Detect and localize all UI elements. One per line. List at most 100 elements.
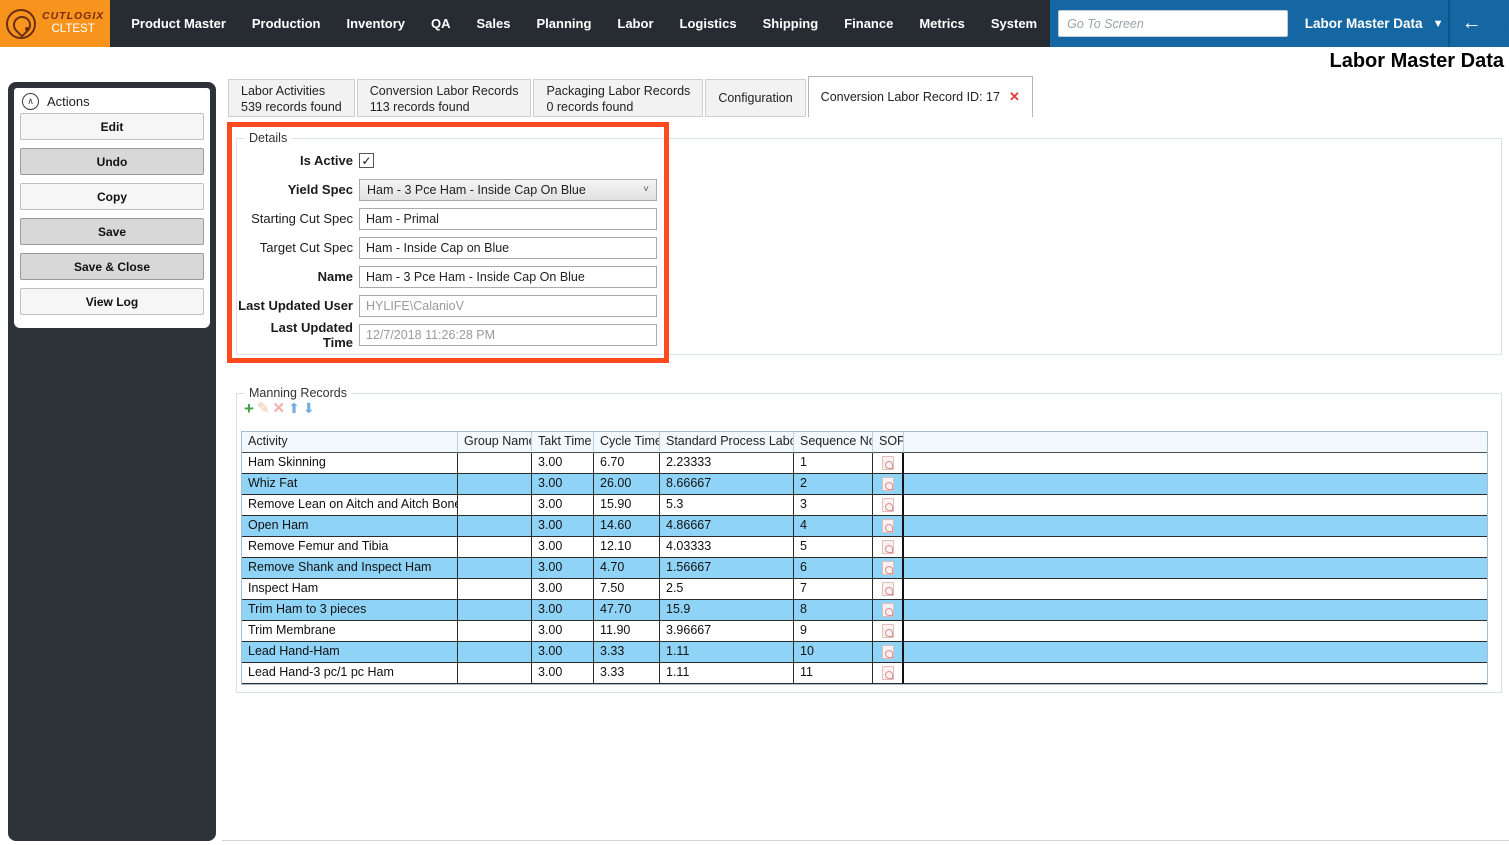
- column-header-group-name[interactable]: Group Name: [458, 432, 532, 453]
- target-cut-spec-input[interactable]: [359, 237, 657, 259]
- menu-item-qa[interactable]: QA: [418, 16, 464, 31]
- sop-pdf-icon[interactable]: [882, 645, 894, 659]
- name-label: Name: [237, 269, 353, 284]
- table-row[interactable]: Ham Skinning3.006.702.233331: [242, 453, 1487, 474]
- cell-sop: [873, 621, 904, 642]
- menu-item-planning[interactable]: Planning: [524, 16, 605, 31]
- sop-pdf-icon[interactable]: [882, 582, 894, 596]
- starting-cut-spec-label: Starting Cut Spec: [237, 211, 353, 226]
- is-active-checkbox[interactable]: ✓: [359, 153, 374, 168]
- tab-label: Conversion Labor Records: [370, 83, 519, 99]
- cell-cycle-time: 14.60: [594, 516, 660, 537]
- manning-table-body: Ham Skinning3.006.702.233331Whiz Fat3.00…: [242, 453, 1487, 684]
- table-row[interactable]: Lead Hand-3 pc/1 pc Ham3.003.331.1111: [242, 663, 1487, 684]
- tab-conversion-labor-records[interactable]: Conversion Labor Records 113 records fou…: [357, 79, 532, 117]
- cell-filler: [904, 495, 1487, 516]
- cell-activity: Lead Hand-Ham: [242, 642, 458, 663]
- menu-item-product-master[interactable]: Product Master: [118, 16, 239, 31]
- tab-labor-activities[interactable]: Labor Activities 539 records found: [228, 79, 355, 117]
- menu-item-labor[interactable]: Labor: [604, 16, 666, 31]
- table-row[interactable]: Remove Lean on Aitch and Aitch Bone3.001…: [242, 495, 1487, 516]
- name-input[interactable]: [359, 266, 657, 288]
- cell-sop: [873, 558, 904, 579]
- save-close-button[interactable]: Save & Close: [20, 253, 204, 280]
- table-row[interactable]: Open Ham3.0014.604.866674: [242, 516, 1487, 537]
- yield-spec-combobox[interactable]: Ham - 3 Pce Ham - Inside Cap On Blue ˅: [359, 179, 657, 201]
- cell-standard-process-labor: 2.5: [660, 579, 794, 600]
- column-header-sop[interactable]: SOP: [873, 432, 904, 453]
- cell-group-name: [458, 495, 532, 516]
- edit-button[interactable]: Edit: [20, 113, 204, 140]
- go-to-screen-input[interactable]: [1058, 10, 1288, 37]
- sop-pdf-icon[interactable]: [882, 456, 894, 470]
- table-row[interactable]: Trim Ham to 3 pieces3.0047.7015.98: [242, 600, 1487, 621]
- sop-pdf-icon[interactable]: [882, 561, 894, 575]
- sop-pdf-icon[interactable]: [882, 498, 894, 512]
- menu-item-finance[interactable]: Finance: [831, 16, 906, 31]
- cell-takt-time: 3.00: [532, 495, 594, 516]
- move-down-icon[interactable]: ⬇: [303, 401, 315, 416]
- cell-sop: [873, 516, 904, 537]
- column-header-sequence-no[interactable]: Sequence No: [794, 432, 873, 453]
- column-header-activity[interactable]: Activity: [242, 432, 458, 453]
- last-updated-time-row: Last Updated Time: [237, 324, 1501, 345]
- sop-pdf-icon[interactable]: [882, 477, 894, 491]
- menu-item-shipping[interactable]: Shipping: [750, 16, 832, 31]
- sop-pdf-icon[interactable]: [882, 624, 894, 638]
- column-header-takt-time[interactable]: Takt Time: [532, 432, 594, 453]
- manning-records-group-label: Manning Records: [245, 386, 351, 400]
- table-row[interactable]: Lead Hand-Ham3.003.331.1110: [242, 642, 1487, 663]
- menu-item-sales[interactable]: Sales: [464, 16, 524, 31]
- screen-selector-dropdown[interactable]: Labor Master Data ▼: [1300, 0, 1448, 47]
- cell-group-name: [458, 558, 532, 579]
- yield-spec-value: Ham - 3 Pce Ham - Inside Cap On Blue: [367, 183, 643, 197]
- tab-packaging-labor-records[interactable]: Packaging Labor Records 0 records found: [533, 79, 703, 117]
- undo-button[interactable]: Undo: [20, 148, 204, 175]
- copy-button[interactable]: Copy: [20, 183, 204, 210]
- cell-group-name: [458, 474, 532, 495]
- column-header-standard-process-labor[interactable]: Standard Process Labor: [660, 432, 794, 453]
- column-header-filler: [904, 432, 1487, 453]
- screen-selector-label: Labor Master Data: [1305, 16, 1423, 31]
- tab-configuration[interactable]: Configuration: [705, 79, 805, 117]
- app-logo[interactable]: CUTLOGIX CLTEST: [0, 0, 110, 47]
- collapse-chevron-icon[interactable]: ∧: [22, 93, 39, 110]
- cell-activity: Whiz Fat: [242, 474, 458, 495]
- column-header-cycle-time[interactable]: Cycle Time: [594, 432, 660, 453]
- move-up-icon[interactable]: ⬆: [288, 401, 300, 416]
- cell-cycle-time: 26.00: [594, 474, 660, 495]
- table-row[interactable]: Remove Shank and Inspect Ham3.004.701.56…: [242, 558, 1487, 579]
- back-icon[interactable]: ←: [1450, 0, 1493, 47]
- tab-conversion-labor-record-17[interactable]: Conversion Labor Record ID: 17 ✕: [808, 76, 1033, 117]
- details-groupbox: Details Is Active ✓ Yield Spec Ham - 3 P…: [236, 138, 1502, 355]
- delete-row-icon[interactable]: ✕: [273, 401, 286, 416]
- cell-group-name: [458, 453, 532, 474]
- sop-pdf-icon[interactable]: [882, 603, 894, 617]
- edit-row-icon[interactable]: ✎: [257, 401, 270, 416]
- cell-sequence-no: 11: [794, 663, 873, 684]
- add-row-icon[interactable]: +: [244, 401, 254, 416]
- table-row[interactable]: Remove Femur and Tibia3.0012.104.033335: [242, 537, 1487, 558]
- cell-cycle-time: 12.10: [594, 537, 660, 558]
- table-row[interactable]: Whiz Fat3.0026.008.666672: [242, 474, 1487, 495]
- sop-pdf-icon[interactable]: [882, 519, 894, 533]
- starting-cut-spec-input[interactable]: [359, 208, 657, 230]
- tab-close-icon[interactable]: ✕: [1009, 89, 1020, 105]
- menu-item-production[interactable]: Production: [239, 16, 334, 31]
- table-row[interactable]: Inspect Ham3.007.502.57: [242, 579, 1487, 600]
- sop-pdf-icon[interactable]: [882, 666, 894, 680]
- target-cut-spec-row: Target Cut Spec: [237, 237, 1501, 258]
- checkmark-icon: ✓: [361, 155, 371, 167]
- view-log-button[interactable]: View Log: [20, 288, 204, 315]
- forward-icon[interactable]: →: [1493, 0, 1509, 47]
- save-button[interactable]: Save: [20, 218, 204, 245]
- menu-item-inventory[interactable]: Inventory: [334, 16, 419, 31]
- menu-item-system[interactable]: System: [978, 16, 1050, 31]
- table-row[interactable]: Trim Membrane3.0011.903.966679: [242, 621, 1487, 642]
- menu-item-metrics[interactable]: Metrics: [906, 16, 978, 31]
- cell-sequence-no: 8: [794, 600, 873, 621]
- cell-standard-process-labor: 8.66667: [660, 474, 794, 495]
- cell-sequence-no: 4: [794, 516, 873, 537]
- menu-item-logistics[interactable]: Logistics: [667, 16, 750, 31]
- sop-pdf-icon[interactable]: [882, 540, 894, 554]
